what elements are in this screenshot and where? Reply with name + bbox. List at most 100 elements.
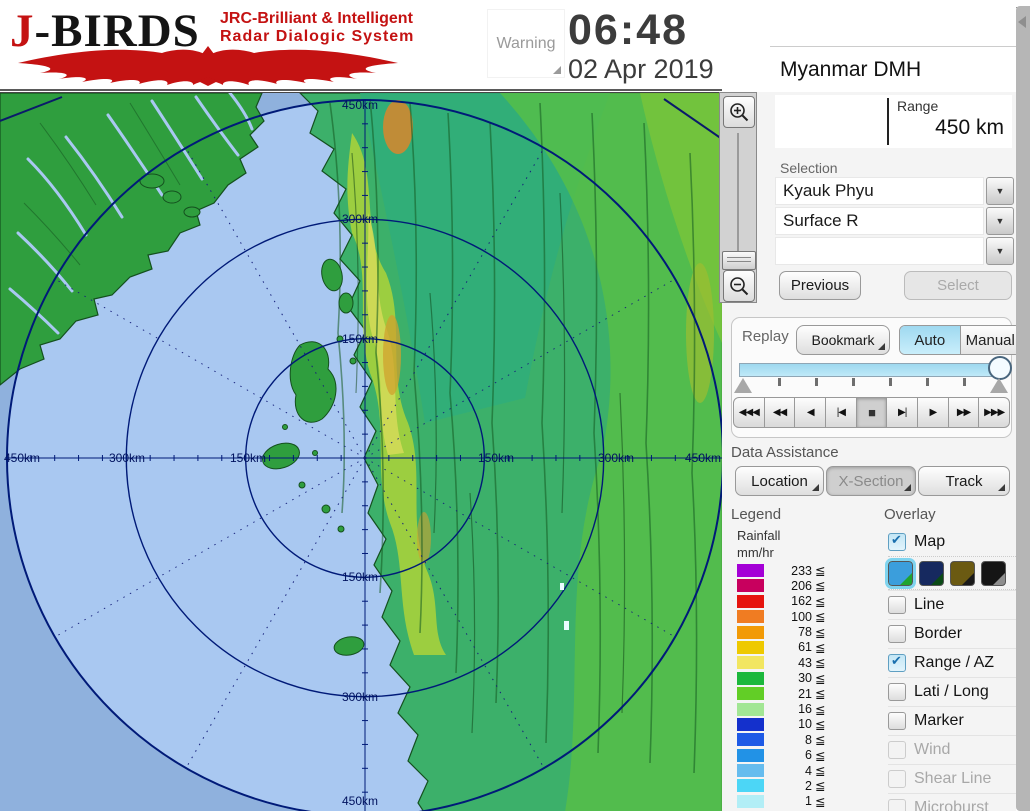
product-dropdown[interactable]: Surface R — [775, 207, 984, 235]
map-style-diagonal — [950, 561, 975, 586]
select-button[interactable]: Select — [904, 271, 1012, 300]
previous-button[interactable]: Previous — [779, 271, 861, 300]
zoom-slider-handle[interactable] — [722, 251, 756, 270]
slider-end-marker[interactable] — [990, 378, 1008, 393]
ring-label: 450km — [4, 451, 40, 465]
legend-row: 162≦ — [737, 595, 825, 608]
track-label: Track — [946, 473, 983, 490]
map-style-black-gray-button[interactable] — [981, 561, 1006, 586]
site-dropdown-arrow-button[interactable]: ▼ — [986, 177, 1014, 205]
checkbox[interactable] — [888, 596, 906, 614]
zoom-slider-track[interactable] — [737, 133, 739, 251]
checkbox-label: Border — [914, 625, 962, 643]
product-dropdown-arrow-button[interactable]: ▼ — [986, 207, 1014, 235]
legend-color-swatch — [737, 703, 764, 716]
legend-color-swatch — [737, 564, 764, 577]
play-button[interactable]: ▶ — [917, 397, 949, 428]
collapse-left-icon — [1018, 16, 1026, 28]
checkbox-label: Line — [914, 596, 944, 614]
overlay-items: LineBorderRange / AZLati / LongMarkerWin… — [888, 590, 1016, 811]
legend-row: 16≦ — [737, 703, 825, 716]
slider-tick — [963, 378, 966, 386]
warning-button[interactable]: Warning — [487, 9, 565, 78]
legend-row: 21≦ — [737, 687, 825, 700]
overlay-item-marker[interactable]: Marker — [888, 706, 1016, 735]
chevron-down-icon: ▼ — [996, 186, 1005, 196]
playback-controls: ◀◀◀◀◀◀|◀■▶|▶▶▶▶▶▶ — [733, 397, 1010, 428]
legend-value: 16 — [764, 702, 812, 716]
overlay-item-lati-long[interactable]: Lati / Long — [888, 677, 1016, 706]
ring-label: 450km — [342, 98, 378, 112]
map-style-olive-black-button[interactable] — [950, 561, 975, 586]
manual-button[interactable]: Manual — [961, 326, 1021, 354]
ring-label: 300km — [109, 451, 145, 465]
control-panel: Myanmar DMH Range 450 km Selection Kyauk… — [722, 0, 1016, 811]
map-style-diagonal — [888, 561, 913, 586]
overlay-item-line[interactable]: Line — [888, 590, 1016, 619]
ring-label: 450km — [685, 451, 721, 465]
extra-dropdown[interactable] — [775, 237, 984, 265]
legend-color-swatch — [737, 687, 764, 700]
selection-label: Selection — [780, 160, 838, 176]
ring-label: 150km — [478, 451, 514, 465]
auto-label: Auto — [914, 332, 945, 349]
auto-manual-toggle: Auto Manual — [899, 325, 1021, 355]
x-section-label: X-Section — [838, 473, 903, 490]
legend-color-swatch — [737, 764, 764, 777]
legend-row: 2≦ — [737, 779, 825, 792]
overlay-item-border[interactable]: Border — [888, 619, 1016, 648]
checkbox[interactable] — [888, 625, 906, 643]
fast-rewind-button[interactable]: ◀◀◀ — [733, 397, 765, 428]
bookmark-button[interactable]: Bookmark — [796, 325, 890, 355]
lte-symbol: ≦ — [815, 594, 825, 609]
overlay-item-map[interactable]: Map — [888, 528, 1016, 556]
legend-unit-line1: Rainfall — [737, 527, 780, 544]
slider-start-marker[interactable] — [734, 378, 752, 393]
overlay-label: Overlay — [884, 506, 936, 523]
ring-label: 300km — [598, 451, 634, 465]
panel-collapse-strip[interactable] — [1016, 6, 1030, 811]
replay-slider-track[interactable] — [739, 363, 1007, 377]
map-style-blue-green-button[interactable] — [888, 561, 913, 586]
legend-color-swatch — [737, 779, 764, 792]
auto-button[interactable]: Auto — [900, 326, 961, 354]
map-checkbox[interactable] — [888, 533, 906, 551]
stop-button[interactable]: ■ — [856, 397, 888, 428]
dropdown-row-extra: ▼ — [775, 237, 1014, 265]
extra-dropdown-arrow-button[interactable]: ▼ — [986, 237, 1014, 265]
rewind-button[interactable]: ◀◀ — [764, 397, 796, 428]
chevron-down-icon: ▼ — [996, 246, 1005, 256]
zoom-in-button[interactable] — [723, 96, 755, 128]
checkbox[interactable] — [888, 712, 906, 730]
radar-map[interactable]: 450km300km150km150km300km450km450km300km… — [0, 92, 722, 811]
radar-map-canvas: 450km300km150km150km300km450km450km300km… — [0, 93, 722, 811]
slider-tick — [815, 378, 818, 386]
legend-row: 100≦ — [737, 610, 825, 623]
track-button[interactable]: Track — [918, 466, 1010, 496]
checkbox[interactable] — [888, 683, 906, 701]
replay-slider-handle[interactable] — [988, 356, 1012, 380]
overlay-item-microburst: Microburst — [888, 793, 1016, 811]
location-button[interactable]: Location — [735, 466, 824, 496]
map-style-navy-darkgreen-button[interactable] — [919, 561, 944, 586]
overlay-item-shear-line: Shear Line — [888, 764, 1016, 793]
legend-value: 61 — [764, 640, 812, 654]
legend-color-swatch — [737, 595, 764, 608]
legend-value: 1 — [764, 794, 812, 808]
step-back-button[interactable]: |◀ — [825, 397, 857, 428]
fast-forward-button[interactable]: ▶▶▶ — [978, 397, 1010, 428]
zoom-out-button[interactable] — [723, 270, 755, 302]
play-reverse-button[interactable]: ◀ — [794, 397, 826, 428]
lte-symbol: ≦ — [815, 609, 825, 624]
forward-button[interactable]: ▶▶ — [948, 397, 980, 428]
map-style-diagonal — [919, 561, 944, 586]
checkbox[interactable] — [888, 654, 906, 672]
step-forward-button[interactable]: ▶| — [886, 397, 918, 428]
radar-echo — [564, 621, 569, 630]
clock-time: 06:48 — [568, 6, 688, 55]
site-dropdown[interactable]: Kyauk Phyu — [775, 177, 984, 205]
lte-symbol: ≦ — [815, 671, 825, 686]
overlay-item-range-az[interactable]: Range / AZ — [888, 648, 1016, 677]
legend-color-swatch — [737, 672, 764, 685]
x-section-button[interactable]: X-Section — [826, 466, 916, 496]
